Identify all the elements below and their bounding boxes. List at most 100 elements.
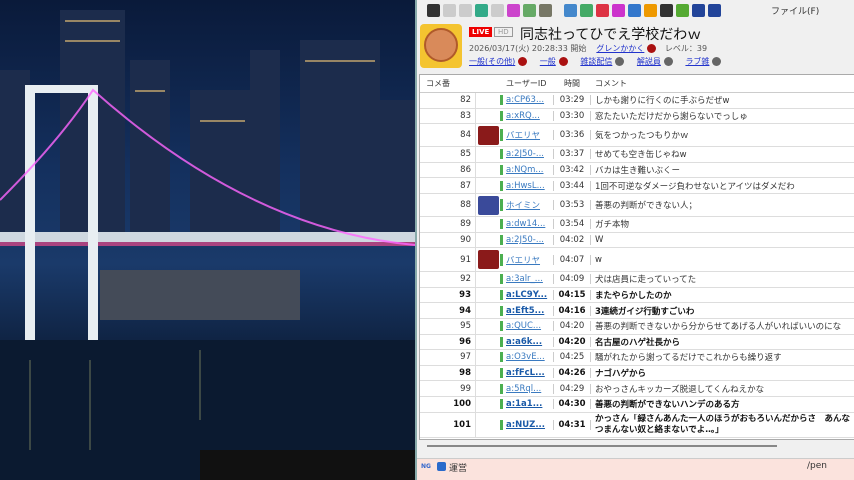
download-icon[interactable] bbox=[475, 3, 488, 17]
comment-text: ナゴハゲから bbox=[595, 369, 647, 380]
comment-text: おやっさんキッカーズ脱退してくんねえかな bbox=[595, 384, 765, 395]
comment-number: 100 bbox=[453, 399, 471, 410]
comment-text: 善悪の判断ができないハンデのある方 bbox=[595, 400, 740, 411]
table-row[interactable]: 98 a:fFcL... 04:26 ナゴハゲから bbox=[420, 365, 854, 382]
operator-checkbox[interactable] bbox=[437, 462, 446, 471]
avatar-cell bbox=[475, 147, 500, 162]
user-id-link[interactable]: a:NQm... bbox=[500, 165, 553, 176]
comment-time: 04:20 bbox=[553, 321, 591, 332]
user-id-link[interactable]: a:Eft5... bbox=[500, 305, 553, 316]
user-avatar[interactable] bbox=[478, 126, 499, 146]
live-badge: LIVE bbox=[469, 27, 493, 37]
table-row[interactable]: 92 a:3alr_... 04:09 犬は店員に走っていってた bbox=[420, 272, 854, 288]
user-id-link[interactable]: a:NUZ... bbox=[500, 419, 553, 430]
table-row[interactable]: 85 a:2J50-... 03:37 せめても空き缶じゃねw bbox=[420, 147, 854, 163]
channel-tbs-icon[interactable] bbox=[628, 3, 641, 17]
info-icon[interactable] bbox=[558, 57, 568, 66]
user-id-link[interactable]: a:xRQ... bbox=[500, 110, 553, 121]
user-avatar[interactable] bbox=[478, 195, 499, 215]
comment-input-bar: NG 運営 /pen bbox=[417, 458, 854, 480]
table-row[interactable]: 84 バエリヤ 03:36 気をつかったつもりかｗ bbox=[420, 124, 854, 148]
channel-nhke-icon[interactable] bbox=[580, 3, 593, 17]
avatar-cell bbox=[475, 232, 500, 248]
user-id-link[interactable]: a:LC9Y... bbox=[500, 290, 553, 301]
user-id-link[interactable]: a:1a1... bbox=[500, 399, 553, 410]
broadcaster-avatar[interactable] bbox=[420, 24, 462, 68]
user-id-link[interactable]: a:dw14... bbox=[500, 219, 553, 230]
user-id-link[interactable]: a:O3vE... bbox=[500, 352, 553, 363]
table-row[interactable]: 91 バエリヤ 04:07 w bbox=[420, 248, 854, 273]
table-row[interactable]: 82 a:CP63... 03:29 しかも謝りに行くのに手ぶらだぜw bbox=[420, 93, 854, 109]
channel-cx-icon[interactable] bbox=[660, 3, 673, 17]
col-uid[interactable]: ユーザーID bbox=[500, 78, 553, 89]
file-menu[interactable]: ファイル(F) bbox=[771, 4, 819, 17]
help-icon[interactable] bbox=[712, 57, 722, 66]
user-id-link[interactable]: a:fFcL... bbox=[500, 368, 553, 379]
pen-option[interactable]: /pen bbox=[807, 461, 827, 471]
toolbar-icon[interactable] bbox=[523, 3, 536, 17]
channel-nhk-icon[interactable] bbox=[564, 3, 577, 17]
user-id-link[interactable]: a:3alr_... bbox=[500, 274, 553, 285]
user-id-link[interactable]: a:a6k... bbox=[500, 336, 553, 347]
channel-ntv-icon[interactable] bbox=[596, 3, 609, 17]
comment-number: 92 bbox=[460, 274, 471, 285]
comment-text: 犬は店員に走っていってた bbox=[595, 275, 697, 286]
table-row[interactable]: 86 a:NQm... 03:42 バカは生き難いぶくー bbox=[420, 162, 854, 179]
table-row[interactable]: 89 a:dw14... 03:54 ガチ本物 bbox=[420, 216, 854, 233]
search-icon[interactable] bbox=[507, 3, 520, 17]
tag-link[interactable]: 一般 bbox=[540, 57, 556, 66]
col-time[interactable]: 時間 bbox=[553, 78, 591, 89]
user-id-link[interactable]: バエリヤ bbox=[500, 129, 553, 142]
ng-button[interactable]: NG bbox=[421, 463, 431, 470]
toolbar-icon[interactable] bbox=[459, 3, 472, 17]
user-avatar[interactable] bbox=[478, 250, 499, 270]
settings-icon[interactable] bbox=[539, 3, 552, 17]
table-row[interactable]: 95 a:QUC... 04:20 善悪の判断できないから分からせてあげる人がい… bbox=[420, 318, 854, 335]
toolbar-icon[interactable] bbox=[443, 3, 456, 17]
table-row[interactable]: 83 a:xRQ... 03:30 窓たたいただけだから謝らないでっしゅ bbox=[420, 108, 854, 125]
avatar-cell bbox=[475, 108, 500, 124]
col-comment[interactable]: コメント bbox=[591, 78, 854, 89]
table-row[interactable]: 99 a:5Rql... 04:29 おやっさんキッカーズ脱退してくんねえかな bbox=[420, 381, 854, 397]
channel-bs11-icon[interactable] bbox=[708, 3, 721, 17]
user-id-link[interactable]: a:HwsL... bbox=[500, 180, 553, 191]
user-id-link[interactable]: ホイミン bbox=[500, 198, 553, 211]
user-id-link[interactable]: バエリヤ bbox=[500, 253, 553, 266]
table-row[interactable]: 90 a:2J50-... 04:02 W bbox=[420, 232, 854, 249]
table-row[interactable]: 88 ホイミン 03:53 善悪の判断ができない人； bbox=[420, 193, 854, 217]
avatar-cell bbox=[475, 162, 500, 178]
table-row[interactable]: 93 a:LC9Y... 04:15 またやらかしたのか bbox=[420, 287, 854, 304]
info-icon[interactable] bbox=[647, 44, 657, 53]
table-row[interactable]: 87 a:HwsL... 03:44 1回不可逆なダメージ負わせないとアイツはダ… bbox=[420, 178, 854, 194]
avatar-cell bbox=[475, 216, 500, 232]
table-row[interactable]: 97 a:O3vE... 04:25 騒がれたから謝ってるだけでこれからも繰り返… bbox=[420, 350, 854, 366]
help-icon[interactable] bbox=[615, 57, 625, 66]
help-icon[interactable] bbox=[663, 57, 673, 66]
user-id-link[interactable]: a:5Rql... bbox=[500, 383, 553, 394]
table-row[interactable]: 94 a:Eft5... 04:16 3連続ガイジ行動すごいわ bbox=[420, 303, 854, 319]
back-icon[interactable] bbox=[427, 3, 440, 17]
toolbar-icon[interactable] bbox=[491, 3, 504, 17]
table-row[interactable]: 100 a:1a1... 04:30 善悪の判断ができないハンデのある方 bbox=[420, 396, 854, 413]
info-icon[interactable] bbox=[518, 57, 528, 66]
channel-ex-icon[interactable] bbox=[612, 3, 625, 17]
horizontal-scrollbar[interactable] bbox=[427, 445, 777, 447]
tag-link[interactable]: 解説員 bbox=[637, 57, 661, 66]
table-row[interactable]: 101 a:NUZ... 04:31 かっさん「緑さんあんた一人のほうがおもろい… bbox=[420, 412, 854, 438]
broadcaster-link[interactable]: グレンかかく bbox=[596, 44, 644, 53]
comment-text: 名古屋のハゲ社長から bbox=[595, 337, 681, 348]
tags: 一般(その他) 一般 雑談配信 解説員 ラブ雑 bbox=[469, 56, 722, 67]
user-id-link[interactable]: a:2J50-... bbox=[500, 234, 553, 245]
tag-link[interactable]: ラブ雑 bbox=[685, 57, 709, 66]
channel-bs1-icon[interactable] bbox=[692, 3, 705, 17]
channel-tx-icon[interactable] bbox=[644, 3, 657, 17]
comment-text: w bbox=[595, 254, 602, 265]
table-row[interactable]: 96 a:a6k... 04:20 名古屋のハゲ社長から bbox=[420, 334, 854, 351]
channel-mx-icon[interactable] bbox=[676, 3, 689, 17]
col-num[interactable]: コメ番 bbox=[420, 78, 475, 89]
user-id-link[interactable]: a:2J50-... bbox=[500, 149, 553, 160]
user-id-link[interactable]: a:QUC... bbox=[500, 321, 553, 332]
user-id-link[interactable]: a:CP63... bbox=[500, 95, 553, 106]
tag-link[interactable]: 雑談配信 bbox=[580, 57, 612, 66]
tag-link[interactable]: 一般(その他) bbox=[469, 57, 515, 66]
